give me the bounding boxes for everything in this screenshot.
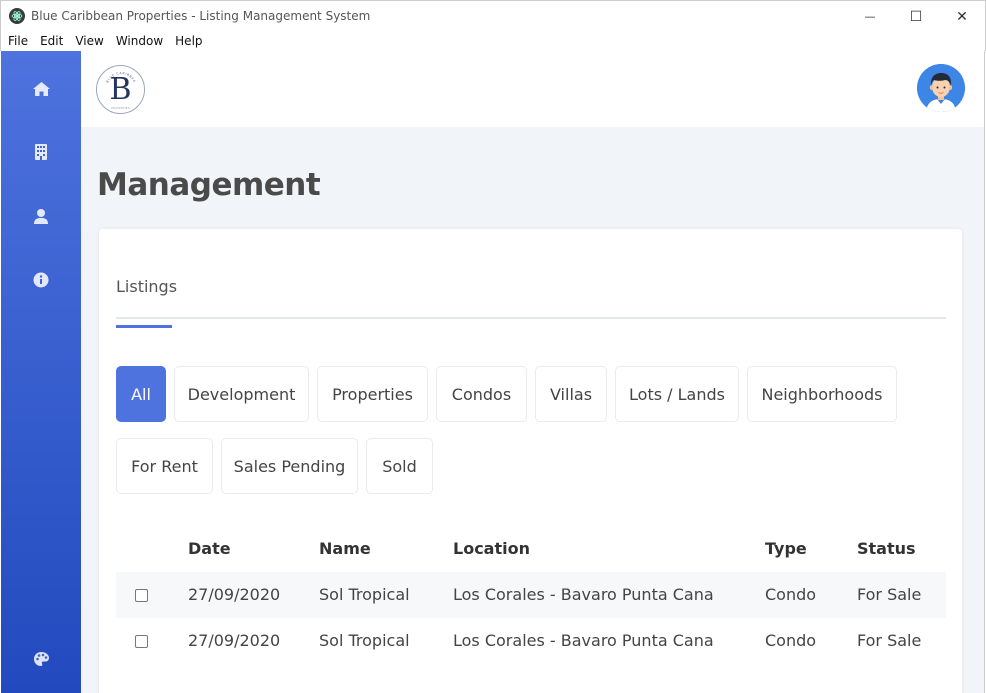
row-name: Sol Tropical — [319, 585, 410, 604]
table-row[interactable]: 27/09/2020 Sol Tropical Los Corales - Ba… — [116, 618, 946, 664]
row-location: Los Corales - Bavaro Punta Cana — [453, 631, 714, 650]
filter-development-button[interactable]: Development — [174, 366, 309, 422]
avatar[interactable] — [917, 64, 965, 112]
svg-text:BLUE CARIBBEAN: BLUE CARIBBEAN — [96, 65, 137, 84]
column-location[interactable]: Location — [453, 539, 530, 558]
row-type: Condo — [765, 585, 817, 604]
row-name: Sol Tropical — [319, 631, 410, 650]
window-title: Blue Caribbean Properties - Listing Mana… — [31, 9, 371, 23]
main-content: BLUE CARIBBEAN PROPERTIES B Management — [81, 51, 985, 693]
home-icon[interactable] — [31, 79, 51, 99]
column-type[interactable]: Type — [765, 539, 807, 558]
menu-bar: File Edit View Window Help — [0, 31, 986, 51]
app-icon — [9, 8, 25, 24]
filter-condos-button[interactable]: Condos — [436, 366, 527, 422]
filter-neighborhoods-button[interactable]: Neighborhoods — [747, 366, 897, 422]
menu-edit[interactable]: Edit — [34, 34, 69, 48]
close-button[interactable]: ✕ — [939, 1, 985, 32]
column-status[interactable]: Status — [857, 539, 916, 558]
filter-sold-button[interactable]: Sold — [366, 438, 433, 494]
filter-lots-lands-button[interactable]: Lots / Lands — [615, 366, 739, 422]
menu-window[interactable]: Window — [110, 34, 169, 48]
page-title: Management — [97, 167, 321, 203]
row-date: 27/09/2020 — [188, 631, 281, 650]
row-type: Condo — [765, 631, 817, 650]
logo-ring-text: BLUE CARIBBEAN — [96, 65, 136, 84]
building-icon[interactable] — [31, 142, 51, 162]
filter-sales-pending-button[interactable]: Sales Pending — [221, 438, 358, 494]
row-checkbox[interactable] — [135, 635, 148, 648]
column-date[interactable]: Date — [188, 539, 231, 558]
logo-sub-text: PROPERTIES — [111, 107, 130, 110]
title-bar: Blue Caribbean Properties - Listing Mana… — [0, 0, 986, 31]
user-icon[interactable] — [31, 206, 51, 226]
row-location: Los Corales - Bavaro Punta Cana — [453, 585, 714, 604]
maximize-button[interactable]: ☐ — [893, 1, 939, 32]
table-row[interactable]: 27/09/2020 Sol Tropical Los Corales - Ba… — [116, 572, 946, 618]
palette-icon[interactable] — [31, 649, 51, 669]
row-status: For Sale — [857, 631, 922, 650]
row-status: For Sale — [857, 585, 922, 604]
menu-view[interactable]: View — [69, 34, 109, 48]
menu-file[interactable]: File — [1, 34, 34, 48]
info-icon[interactable] — [31, 270, 51, 290]
filter-for-rent-button[interactable]: For Rent — [116, 438, 213, 494]
row-checkbox[interactable] — [135, 589, 148, 602]
tab-bar: Listings — [116, 267, 946, 328]
filter-all-button[interactable]: All — [116, 366, 166, 422]
filter-properties-button[interactable]: Properties — [317, 366, 428, 422]
company-logo: BLUE CARIBBEAN PROPERTIES B — [96, 65, 145, 114]
menu-help[interactable]: Help — [169, 34, 208, 48]
sidebar — [1, 51, 81, 693]
top-bar: BLUE CARIBBEAN PROPERTIES B — [81, 51, 984, 127]
minimize-button[interactable]: — — [847, 1, 893, 32]
tab-listings[interactable]: Listings — [116, 277, 177, 328]
column-name[interactable]: Name — [319, 539, 371, 558]
listings-card: Listings All Development Properties Cond… — [99, 229, 962, 693]
row-date: 27/09/2020 — [188, 585, 281, 604]
filter-villas-button[interactable]: Villas — [535, 366, 607, 422]
